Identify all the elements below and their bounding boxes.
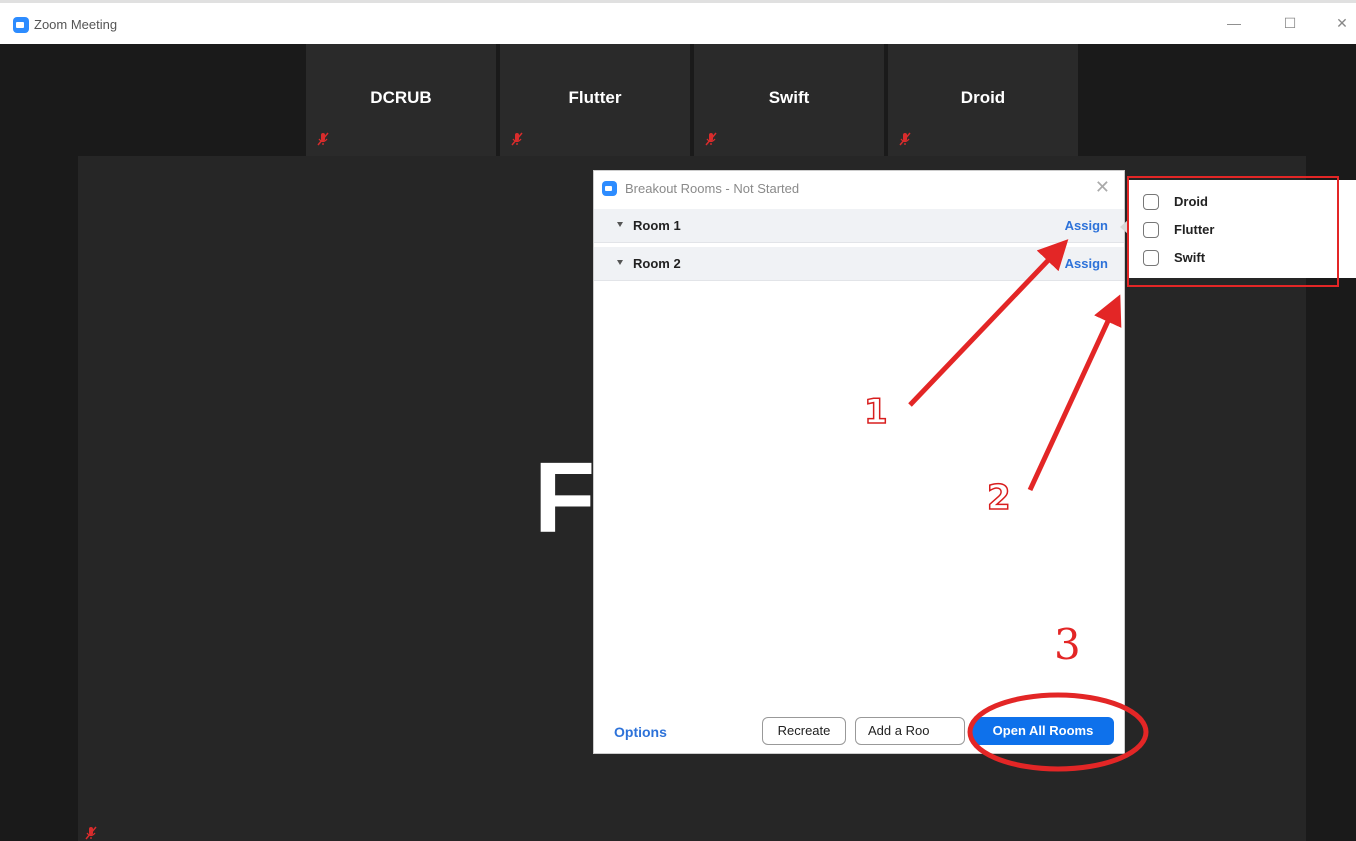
maximize-button[interactable]: ☐ bbox=[1280, 13, 1300, 33]
room-name: Room 2 bbox=[633, 256, 681, 271]
muted-mic-icon bbox=[85, 826, 97, 840]
room-row[interactable]: Room 2 Assign bbox=[594, 247, 1124, 281]
muted-mic-icon bbox=[317, 132, 329, 146]
participant-tile[interactable]: Flutter bbox=[500, 44, 690, 156]
checkbox[interactable] bbox=[1143, 250, 1159, 266]
dialog-close-button[interactable]: ✕ bbox=[1095, 177, 1110, 198]
open-all-rooms-button[interactable]: Open All Rooms bbox=[972, 717, 1114, 745]
expand-caret-icon[interactable] bbox=[617, 222, 623, 227]
muted-mic-icon bbox=[705, 132, 717, 146]
participant-tile[interactable]: DCRUB bbox=[306, 44, 496, 156]
participant-name: DCRUB bbox=[370, 88, 432, 107]
participant-tile[interactable]: Swift bbox=[694, 44, 884, 156]
checkbox[interactable] bbox=[1143, 194, 1159, 210]
participant-name: Droid bbox=[960, 88, 1006, 107]
participant-option-label: Swift bbox=[1174, 250, 1206, 265]
dialog-header: Breakout Rooms - Not Started ✕ bbox=[594, 171, 1124, 207]
room-name: Room 1 bbox=[633, 218, 681, 233]
assign-button[interactable]: Assign bbox=[1065, 218, 1108, 233]
assign-participants-popup: Droid Flutter Swift bbox=[1127, 180, 1356, 278]
participant-option-label: Flutter bbox=[1174, 222, 1215, 237]
close-window-button[interactable]: ✕ bbox=[1332, 13, 1352, 33]
annotation-step-3: 3 bbox=[1054, 620, 1081, 669]
minimize-button[interactable]: — bbox=[1224, 13, 1244, 33]
muted-mic-icon bbox=[511, 132, 523, 146]
main-video-letter: F bbox=[534, 442, 596, 554]
checkbox[interactable] bbox=[1143, 222, 1159, 238]
expand-caret-icon[interactable] bbox=[617, 260, 623, 265]
options-button[interactable]: Options bbox=[614, 724, 667, 740]
annotation-step-2: 2 bbox=[986, 477, 1011, 519]
muted-mic-icon bbox=[899, 132, 911, 146]
add-room-button[interactable]: Add a Roo bbox=[855, 717, 965, 745]
participant-option-label: Droid bbox=[1174, 194, 1208, 209]
dialog-title: Breakout Rooms - Not Started bbox=[625, 181, 800, 196]
window-titlebar: Zoom Meeting — ☐ ✕ bbox=[0, 0, 1356, 44]
participant-name: Swift bbox=[768, 88, 810, 107]
zoom-app-icon bbox=[602, 181, 617, 196]
window-title: Zoom Meeting bbox=[34, 17, 118, 32]
breakout-rooms-dialog: Breakout Rooms - Not Started ✕ Room 1 As… bbox=[593, 170, 1125, 754]
participant-tile[interactable]: Droid bbox=[888, 44, 1078, 156]
zoom-app-icon bbox=[13, 17, 29, 33]
room-row[interactable]: Room 1 Assign bbox=[594, 209, 1124, 243]
recreate-button[interactable]: Recreate bbox=[762, 717, 846, 745]
participant-name: Flutter bbox=[568, 88, 622, 107]
assign-button[interactable]: Assign bbox=[1065, 256, 1108, 271]
annotation-step-1: 1 bbox=[863, 391, 888, 433]
